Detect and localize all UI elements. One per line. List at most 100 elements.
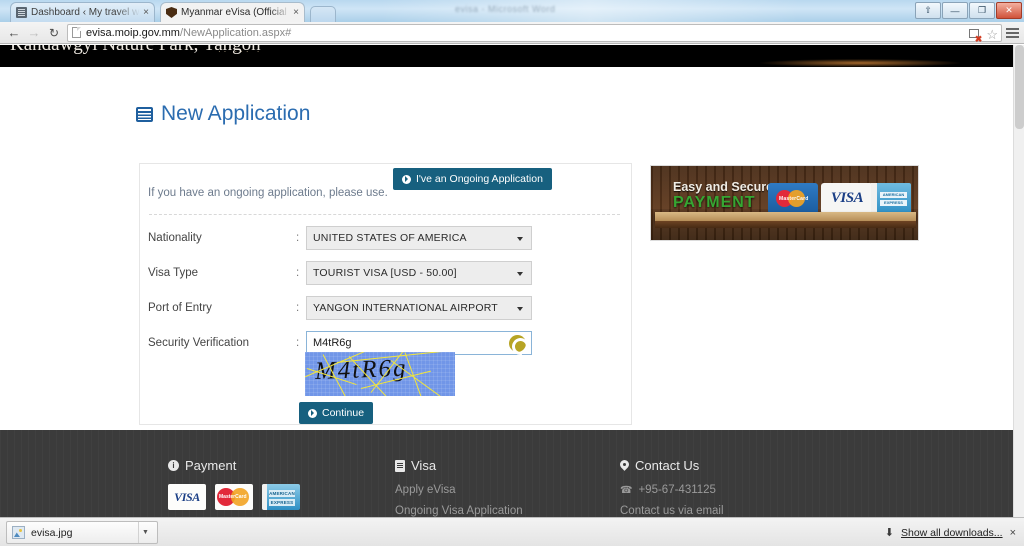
visa-label: VISA bbox=[830, 190, 864, 206]
hero-sparkle-decor: ·· ··· · bbox=[218, 47, 263, 56]
nationality-colon: : bbox=[296, 232, 300, 244]
footer-link-ongoing-visa-application[interactable]: Ongoing Visa Application bbox=[395, 505, 523, 517]
footer-amex-line-1: AMERICAN bbox=[269, 490, 295, 497]
nationality-select[interactable]: UNITED STATES OF AMERICA bbox=[306, 226, 532, 250]
tab-dashboard[interactable]: Dashboard ‹ My travel wiki × bbox=[10, 2, 155, 22]
footer-column-payment: i Payment VISA MasterCard AMERICAN EXPRE… bbox=[168, 458, 300, 510]
footer-mastercard-label: MasterCard bbox=[219, 494, 247, 500]
window-controls: ⇧ — ❐ ✕ bbox=[915, 2, 1022, 19]
footer-link-contact-email[interactable]: Contact us via email bbox=[620, 505, 751, 517]
info-icon: i bbox=[168, 460, 179, 471]
nationality-label: Nationality bbox=[148, 232, 202, 244]
url-text: evisa.moip.gov.mm/NewApplication.aspx# bbox=[86, 27, 291, 39]
minimize-icon[interactable]: — bbox=[942, 2, 968, 19]
footer-phone: ☎ +95-67-431125 bbox=[620, 484, 751, 496]
shelf-top bbox=[655, 212, 916, 221]
location-pin-icon bbox=[620, 460, 629, 472]
ongoing-application-button-label: I've an Ongoing Application bbox=[416, 173, 543, 185]
shield-icon bbox=[166, 7, 177, 18]
port-of-entry-label: Port of Entry bbox=[148, 302, 212, 314]
footer-visa-logo: VISA bbox=[168, 484, 206, 510]
visa-type-colon: : bbox=[296, 267, 300, 279]
port-of-entry-select[interactable]: YANGON INTERNATIONAL AIRPORT bbox=[306, 296, 532, 320]
footer-visa-label: VISA bbox=[174, 489, 200, 504]
close-window-icon[interactable]: ✕ bbox=[996, 2, 1022, 19]
security-verification-colon: : bbox=[296, 337, 300, 349]
popup-blocked-icon[interactable]: ✖ bbox=[969, 28, 982, 43]
tab-label: Myanmar eVisa (Official G bbox=[181, 7, 291, 18]
url-path: /NewApplication.aspx# bbox=[179, 26, 292, 39]
footer-visa-heading: Visa bbox=[395, 458, 523, 473]
field-row-visa-type: Visa Type : TOURIST VISA [USD - 50.00] bbox=[148, 261, 532, 285]
footer-column-visa: Visa Apply eVisa Ongoing Visa Applicatio… bbox=[395, 458, 523, 517]
page-scrollbar[interactable] bbox=[1013, 45, 1024, 517]
captcha-image: M4tR6g bbox=[305, 352, 455, 396]
maximize-icon[interactable]: ❐ bbox=[969, 2, 995, 19]
url-host: evisa.moip.gov.mm bbox=[86, 26, 180, 39]
continue-button[interactable]: Continue bbox=[299, 402, 374, 424]
footer-contact-heading: Contact Us bbox=[620, 458, 751, 473]
page-viewport: Kandawgyi Nature Park, Yangon ·· ··· · N… bbox=[0, 45, 1024, 517]
security-verification-label: Security Verification bbox=[148, 337, 249, 349]
close-download-shelf-icon[interactable]: × bbox=[1010, 527, 1016, 539]
forward-icon[interactable]: → bbox=[24, 23, 44, 43]
footer-payment-heading-text: Payment bbox=[185, 458, 237, 473]
footer-amex-line-2: EXPRESS bbox=[269, 499, 295, 506]
address-bar[interactable]: evisa.moip.gov.mm/NewApplication.aspx# ✖… bbox=[67, 23, 1002, 43]
reload-icon[interactable]: ↻ bbox=[44, 23, 64, 43]
phone-icon: ☎ bbox=[620, 484, 633, 496]
bookmark-star-icon[interactable]: ☆ bbox=[986, 27, 998, 43]
show-all-downloads-link[interactable]: Show all downloads... bbox=[901, 527, 1003, 539]
promo-line-2: PAYMENT bbox=[673, 194, 756, 211]
amex-line-2: EXPRESS bbox=[880, 200, 907, 206]
title-bar: evisa - Microsoft Word Dashboard ‹ My tr… bbox=[0, 0, 1024, 22]
download-item[interactable]: evisa.jpg ▼ bbox=[6, 521, 158, 544]
restore-small-icon[interactable]: ⇧ bbox=[915, 2, 941, 19]
page-title-text: New Application bbox=[161, 102, 311, 125]
list-icon bbox=[136, 106, 153, 122]
shelf-front bbox=[655, 221, 916, 228]
nationality-value: UNITED STATES OF AMERICA bbox=[313, 232, 467, 244]
visa-logo: VISA bbox=[821, 183, 873, 214]
visa-type-label: Visa Type bbox=[148, 267, 199, 279]
footer-column-contact: Contact Us ☎ +95-67-431125 Contact us vi… bbox=[620, 458, 751, 517]
refresh-captcha-icon[interactable] bbox=[509, 335, 526, 352]
tab-myanmar-evisa[interactable]: Myanmar eVisa (Official G × bbox=[160, 2, 305, 22]
download-file-name: evisa.jpg bbox=[31, 526, 73, 539]
visa-type-value: TOURIST VISA [USD - 50.00] bbox=[313, 267, 457, 279]
arrow-circle-icon bbox=[308, 408, 317, 418]
page-scrollbar-thumb[interactable] bbox=[1015, 45, 1024, 129]
document-icon bbox=[395, 459, 405, 472]
ongoing-application-button[interactable]: I've an Ongoing Application bbox=[393, 168, 552, 190]
footer-card-logos: VISA MasterCard AMERICAN EXPRESS bbox=[168, 484, 300, 510]
image-file-icon bbox=[12, 526, 25, 539]
visa-type-select[interactable]: TOURIST VISA [USD - 50.00] bbox=[306, 261, 532, 285]
promo-line-1: Easy and Secure bbox=[673, 180, 774, 194]
field-row-nationality: Nationality : UNITED STATES OF AMERICA bbox=[148, 226, 532, 250]
browser-menu-icon[interactable] bbox=[1006, 27, 1019, 38]
chevron-down-icon bbox=[517, 307, 523, 311]
amex-line-1: AMERICAN bbox=[880, 192, 907, 198]
page-title: New Application bbox=[136, 102, 310, 126]
back-icon[interactable]: ← bbox=[4, 23, 24, 43]
close-icon[interactable]: × bbox=[143, 7, 149, 18]
download-shelf: evisa.jpg ▼ ⬇ Show all downloads... × bbox=[0, 517, 1024, 546]
tab-label: Dashboard ‹ My travel wiki bbox=[31, 7, 141, 18]
download-arrow-icon: ⬇ bbox=[884, 527, 894, 539]
new-tab-button[interactable] bbox=[310, 6, 336, 22]
footer-mastercard-logo: MasterCard bbox=[215, 484, 253, 510]
footer-link-apply-evisa[interactable]: Apply eVisa bbox=[395, 484, 523, 496]
chevron-down-icon bbox=[517, 272, 523, 276]
background-window-title: evisa - Microsoft Word bbox=[455, 4, 556, 14]
continue-button-label: Continue bbox=[322, 407, 365, 419]
arrow-circle-icon bbox=[402, 174, 411, 184]
close-icon[interactable]: × bbox=[293, 7, 299, 18]
mastercard-logo: MasterCard bbox=[768, 183, 818, 214]
mastercard-label: MasterCard bbox=[779, 196, 809, 202]
footer-payment-heading: i Payment bbox=[168, 458, 300, 473]
amex-logo: AMERICAN EXPRESS bbox=[871, 183, 911, 214]
download-menu-icon[interactable]: ▼ bbox=[138, 522, 152, 543]
navigation-bar: ← → ↻ evisa.moip.gov.mm/NewApplication.a… bbox=[0, 22, 1024, 44]
ongoing-prompt-text: If you have an ongoing application, plea… bbox=[148, 187, 388, 199]
field-row-port-of-entry: Port of Entry : YANGON INTERNATIONAL AIR… bbox=[148, 296, 532, 320]
